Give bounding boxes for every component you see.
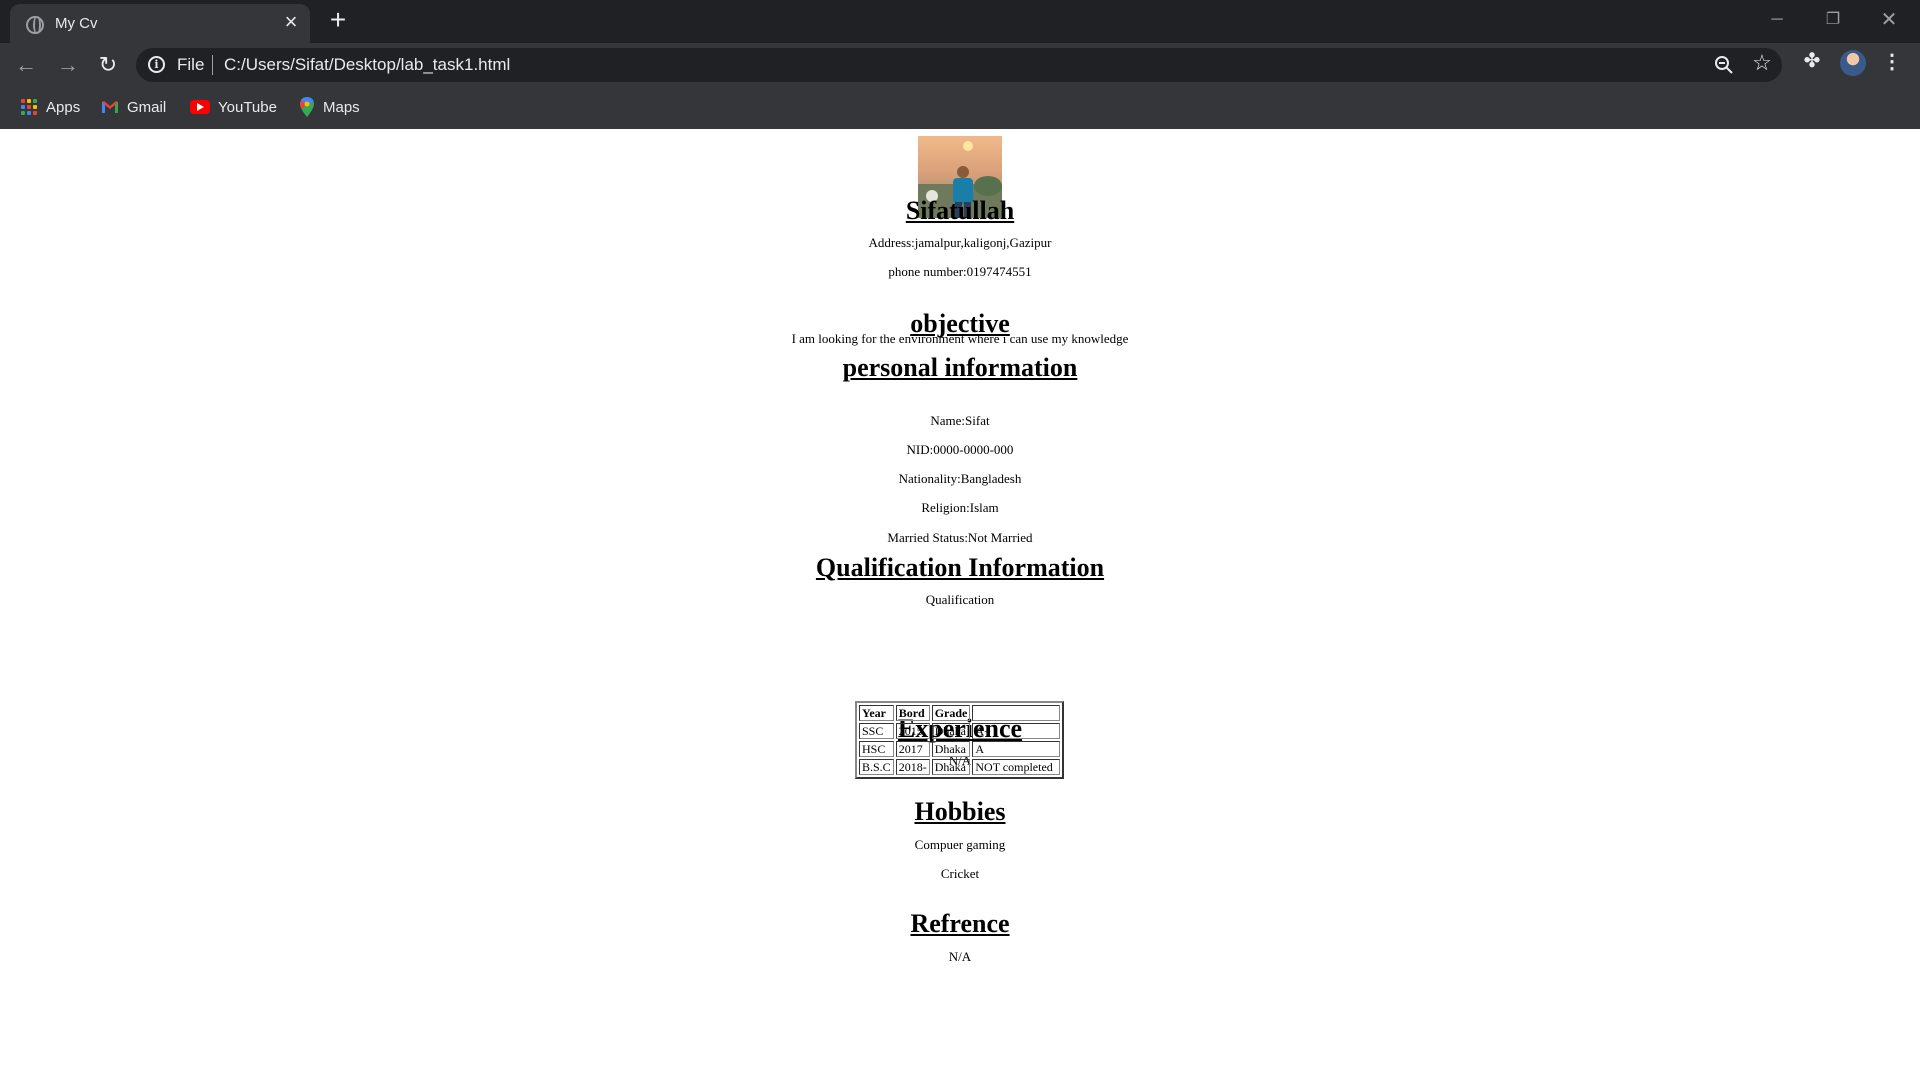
- browser-chrome: My Cv × + ─ ❐ ✕ ← → ↻ i File C:/Users/Si…: [0, 0, 1920, 129]
- tab-my-cv[interactable]: My Cv ×: [10, 4, 310, 43]
- restore-button[interactable]: ❐: [1810, 4, 1856, 36]
- address-url[interactable]: C:/Users/Sifat/Desktop/lab_task1.html: [224, 55, 510, 75]
- zoom-icon[interactable]: [1712, 53, 1736, 77]
- personal-married-status: Married Status:Not Married: [887, 530, 1033, 545]
- phone-text: phone number:0197474551: [888, 264, 1032, 279]
- reference-text: N/A: [948, 949, 972, 964]
- table-cell: SSC: [859, 723, 894, 739]
- table-row: HSC 2017 Dhaka A: [859, 741, 1061, 757]
- table-header: Bord: [895, 705, 930, 721]
- maps-icon: [300, 97, 314, 117]
- tab-strip: My Cv × + ─ ❐ ✕: [0, 0, 1920, 43]
- table-cell: NOT completed: [972, 759, 1061, 775]
- back-button[interactable]: ←: [10, 49, 42, 81]
- table-row: SSC 2015 Dhaka A+: [859, 723, 1061, 739]
- qualification-caption: Qualification: [925, 592, 995, 607]
- hobby-item: Compuer gaming: [914, 837, 1006, 852]
- personal-religion: Religion:Islam: [921, 500, 999, 515]
- table-cell: 2018-: [895, 759, 930, 775]
- profile-avatar[interactable]: [1840, 50, 1866, 76]
- table-cell: HSC: [859, 741, 894, 757]
- table-cell: Dhaka: [931, 759, 971, 775]
- table-header: Grade: [931, 705, 971, 721]
- table-cell: 2015: [895, 723, 930, 739]
- toolbar: ← → ↻ i File C:/Users/Sifat/Desktop/lab_…: [0, 43, 1920, 87]
- personal-name: Name:Sifat: [930, 413, 990, 428]
- bookmark-label: YouTube: [218, 98, 277, 116]
- bookmark-label: Gmail: [127, 98, 167, 116]
- bookmark-apps[interactable]: Apps: [20, 95, 80, 119]
- table-header: Year: [859, 705, 894, 721]
- menu-icon[interactable]: ⋮: [1882, 49, 1902, 75]
- table-cell: A: [972, 741, 1061, 757]
- extensions-icon[interactable]: ✤: [1800, 49, 1824, 73]
- bookmarks-bar: Apps Gmail YouTube Maps: [0, 87, 1920, 129]
- table-cell: Dhaka: [931, 723, 971, 739]
- minimize-button[interactable]: ─: [1754, 4, 1800, 36]
- personal-info-heading: personal information: [842, 353, 1078, 382]
- table-cell: A+: [972, 723, 1061, 739]
- qualification-heading: Qualification Information: [815, 553, 1105, 582]
- qualification-table-container: Year Bord Grade SSC 2015 Dhaka A+ HSC 20…: [855, 701, 1065, 779]
- table-header: [972, 705, 1061, 721]
- bookmark-label: Maps: [323, 98, 360, 116]
- address-divider: [212, 55, 213, 75]
- new-tab-button[interactable]: +: [324, 6, 352, 34]
- info-icon[interactable]: i: [148, 56, 165, 73]
- youtube-icon: [190, 100, 210, 114]
- name-heading: Sifatullah: [905, 196, 1015, 225]
- tab-title: My Cv: [55, 15, 98, 32]
- bookmark-label: Apps: [46, 98, 81, 116]
- globe-icon: [26, 16, 44, 34]
- address-text: Address:jamalpur,kaligonj,Gazipur: [868, 235, 1052, 250]
- hobbies-heading: Hobbies: [914, 797, 1006, 826]
- page-content: Sifatullah Address:jamalpur,kaligonj,Gaz…: [0, 129, 1920, 1080]
- bookmark-youtube[interactable]: YouTube: [190, 95, 277, 119]
- apps-grid-icon: [20, 98, 38, 116]
- bookmark-maps[interactable]: Maps: [299, 95, 360, 119]
- address-scheme: File: [177, 55, 205, 74]
- forward-button[interactable]: →: [52, 49, 84, 81]
- objective-text: I am looking for the environment where i…: [791, 331, 1129, 346]
- reload-button[interactable]: ↻: [92, 49, 124, 81]
- personal-nationality: Nationality:Bangladesh: [898, 471, 1022, 486]
- table-row: B.S.C 2018- Dhaka NOT completed: [859, 759, 1061, 775]
- gmail-icon: [102, 101, 118, 113]
- hobby-item: Cricket: [940, 866, 980, 881]
- table-cell: B.S.C: [859, 759, 894, 775]
- table-header-row: Year Bord Grade: [859, 705, 1061, 721]
- reference-heading: Refrence: [910, 909, 1010, 938]
- table-cell: Dhaka: [931, 741, 971, 757]
- close-tab-icon[interactable]: ×: [280, 11, 302, 33]
- close-window-button[interactable]: ✕: [1866, 4, 1912, 36]
- qualification-table: Year Bord Grade SSC 2015 Dhaka A+ HSC 20…: [855, 701, 1065, 779]
- personal-nid: NID:0000-0000-000: [906, 442, 1014, 457]
- bookmark-gmail[interactable]: Gmail: [101, 95, 166, 119]
- bookmark-star-icon[interactable]: ☆: [1750, 51, 1774, 75]
- table-cell: 2017: [895, 741, 930, 757]
- address-bar[interactable]: i File C:/Users/Sifat/Desktop/lab_task1.…: [136, 48, 1782, 82]
